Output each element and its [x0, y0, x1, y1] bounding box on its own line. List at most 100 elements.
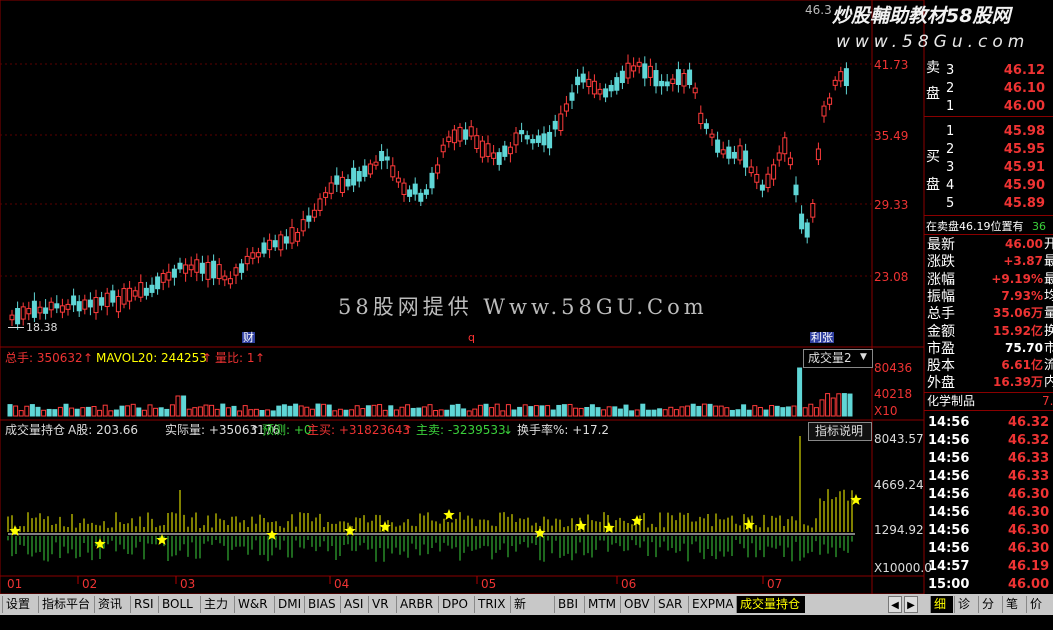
tab-15[interactable]: 新DMA: [510, 596, 555, 628]
tab-18[interactable]: OBV: [620, 596, 655, 613]
tab-9[interactable]: BIAS: [304, 596, 341, 613]
candle-body: [160, 273, 166, 283]
volume-bar: [35, 406, 41, 417]
event-marker-q[interactable]: q: [468, 332, 475, 343]
tab-3[interactable]: 资讯: [94, 596, 131, 613]
candle-body: [166, 271, 172, 281]
tick-price: 46.30: [1008, 487, 1050, 502]
tick-time: 14:57: [928, 559, 970, 574]
tab-17[interactable]: MTM: [584, 596, 621, 613]
tab-8[interactable]: DMI: [274, 596, 305, 613]
candle-body: [580, 73, 586, 83]
tab-13[interactable]: DPO: [438, 596, 475, 613]
right-tab-2[interactable]: 诊: [954, 596, 977, 613]
volume-bar: [18, 410, 24, 417]
tab-7[interactable]: W&R: [234, 596, 275, 613]
stat-suffix: 最: [1043, 254, 1053, 270]
right-tab-3[interactable]: 分: [978, 596, 1001, 613]
right-tab-5[interactable]: 价: [1026, 596, 1049, 613]
candle-body: [502, 145, 508, 157]
candle-body: [177, 262, 183, 270]
volume-bar: [141, 409, 147, 417]
indicator-help-button[interactable]: 指标说明: [808, 422, 872, 441]
tick-row: 14:57 46.19: [926, 558, 1053, 576]
volume-bar: [97, 409, 103, 417]
indicator-axis-label: 1294.92: [874, 523, 924, 537]
tab-21[interactable]: 成交量持仓: [736, 596, 805, 613]
volume-bar: [270, 410, 276, 417]
volume-bar: [752, 405, 758, 417]
tab-11[interactable]: VR: [368, 596, 397, 613]
volume-bar: [455, 403, 461, 417]
tab-1[interactable]: 设置: [2, 596, 39, 613]
candle-body: [205, 261, 211, 280]
volume-bar: [825, 393, 831, 417]
tab-scroll-right-icon[interactable]: ▶: [904, 596, 918, 613]
volume-bar: [382, 409, 388, 417]
candle-body: [250, 252, 256, 259]
tick-time: 14:56: [928, 433, 970, 448]
down-arrow-icon: ↓: [503, 423, 514, 437]
order-book-level: 2: [946, 142, 955, 157]
stat-row: 涨幅 +9.19% 最: [924, 272, 1053, 289]
sector-name[interactable]: 化学制品: [927, 395, 975, 407]
tab-6[interactable]: 主力: [200, 596, 235, 613]
volume-bar: [791, 405, 797, 417]
candle-body: [31, 300, 37, 318]
order-book-buy-row: 4 45.90: [924, 177, 1053, 195]
right-tab-4[interactable]: 笔: [1002, 596, 1025, 613]
tab-14[interactable]: TRIX: [474, 596, 511, 613]
volume-indicator-select-value: 成交量2: [808, 351, 852, 365]
volume-bar: [46, 408, 52, 417]
date-axis-label: 01: [7, 577, 23, 591]
volume-bar: [461, 408, 467, 417]
tab-scroll-left-icon[interactable]: ◀: [888, 596, 902, 613]
tab-20[interactable]: EXPMA: [688, 596, 737, 613]
volume-mavol: MAVOL20: 244253: [96, 351, 207, 365]
candle-body: [670, 78, 676, 84]
stat-value: 75.70: [1005, 340, 1043, 355]
candle-body: [373, 161, 379, 166]
stat-value: 7.93%: [1001, 288, 1043, 303]
tab-4[interactable]: RSI: [130, 596, 159, 613]
volume-bar: [724, 407, 730, 417]
order-book-sell-row: 3 46.12: [924, 62, 1053, 80]
tick-row: 14:56 46.32: [926, 432, 1053, 450]
volume-bar: [237, 410, 243, 417]
candle-body: [743, 150, 749, 168]
volume-bar: [7, 404, 13, 417]
tab-5[interactable]: BOLL: [158, 596, 201, 613]
volume-bar: [511, 409, 517, 417]
event-marker-finance[interactable]: 财: [242, 332, 255, 343]
candle-body: [619, 70, 625, 84]
date-axis-label: 03: [180, 577, 196, 591]
volume-bar: [797, 367, 803, 417]
candle-body: [59, 305, 65, 313]
volume-indicator-select[interactable]: 成交量2 ▼: [803, 349, 873, 368]
tab-16[interactable]: BBI: [554, 596, 585, 613]
candle-body: [485, 143, 491, 157]
volume-bar: [321, 403, 327, 417]
tab-2[interactable]: 指标平台: [38, 596, 95, 613]
price-axis-label: 41.73: [874, 58, 909, 72]
tick-row: 15:00 46.00: [926, 576, 1053, 594]
volume-bar: [343, 409, 349, 417]
candle-body: [838, 71, 844, 82]
candle-body: [267, 239, 273, 251]
stat-row: 振幅 7.93% 均: [924, 289, 1053, 306]
volume-bar: [405, 404, 411, 417]
volume-bar: [388, 405, 394, 417]
price-axis-label: 23.08: [874, 270, 909, 284]
candle-body: [675, 69, 681, 85]
candle-body: [843, 68, 849, 87]
tab-10[interactable]: ASI: [340, 596, 369, 613]
event-marker-dividend[interactable]: 利张: [810, 332, 834, 343]
tab-12[interactable]: ARBR: [396, 596, 439, 613]
volume-bar: [63, 403, 69, 417]
volume-bar: [584, 406, 590, 417]
volume-bar: [203, 404, 209, 417]
candle-body: [647, 65, 653, 78]
volume-bar: [119, 405, 125, 417]
right-tab-1[interactable]: 细: [930, 596, 953, 613]
tab-19[interactable]: SAR: [654, 596, 689, 613]
